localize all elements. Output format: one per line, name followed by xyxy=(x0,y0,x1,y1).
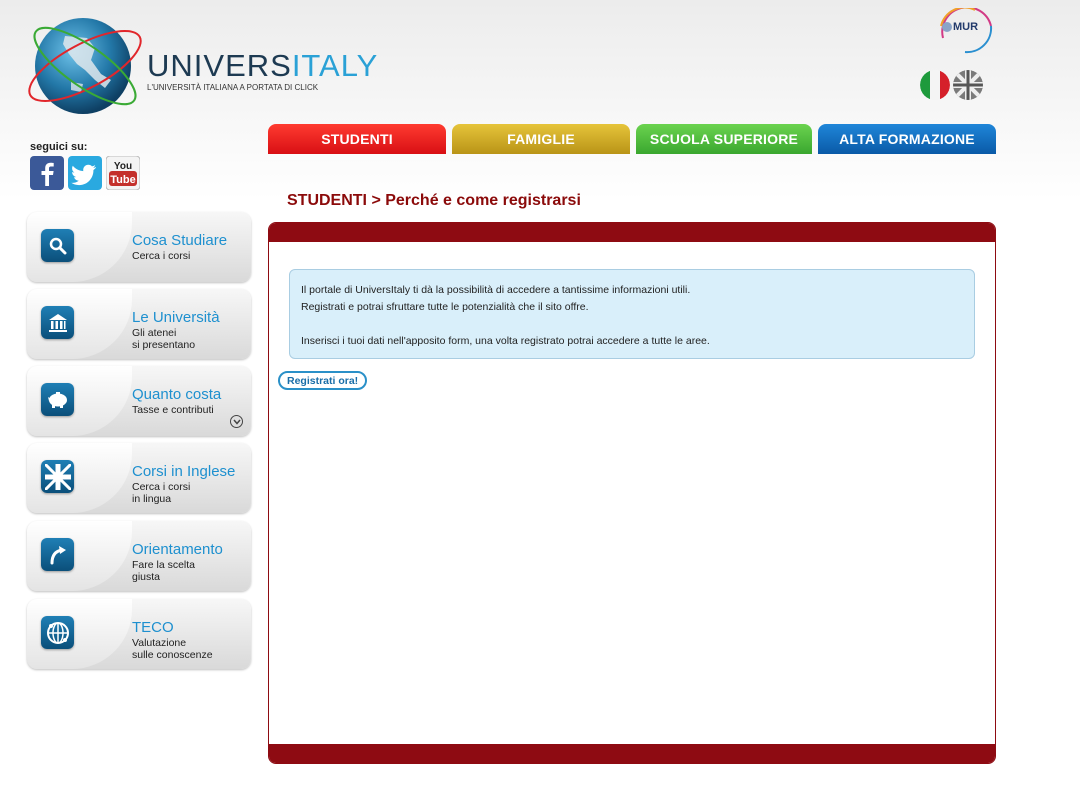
follow-us-label: seguici su: xyxy=(30,141,88,153)
content-panel: Il portale di UniversItaly ti dà la poss… xyxy=(268,222,996,764)
sidebar-item-le-universita[interactable]: Le Università Gli atenei si presentano xyxy=(27,289,251,359)
facebook-glyph-icon xyxy=(41,162,54,186)
italian-flag-icon[interactable] xyxy=(920,70,950,100)
tab-scuola-superiore[interactable]: SCUOLA SUPERIORE xyxy=(636,124,812,154)
sidebar-item-subtitle: Cerca i corsi in lingua xyxy=(132,481,191,505)
university-building-icon xyxy=(41,306,74,339)
sidebar-item-subtitle: Gli atenei si presentano xyxy=(132,327,196,351)
tab-famiglie[interactable]: FAMIGLIE xyxy=(452,124,630,154)
youtube-icon[interactable]: You Tube xyxy=(105,155,141,191)
mur-label: MUR xyxy=(953,21,979,33)
panel-footer-bar xyxy=(269,744,995,763)
search-icon xyxy=(41,229,74,262)
sidebar-item-title: Cosa Studiare xyxy=(132,232,228,249)
universitaly-logo[interactable]: UNIVERSITALY L'UNIVERSITÀ ITALIANA A POR… xyxy=(25,8,377,128)
breadcrumb: STUDENTI > Perché e come registrarsi xyxy=(287,192,581,209)
info-text-line: Il portale di UniversItaly ti dà la poss… xyxy=(301,284,691,296)
sidebar-item-subtitle: Tasse e contributi xyxy=(132,404,214,416)
sidebar-item-subtitle: Fare la scelta giusta xyxy=(132,559,196,583)
sidebar-item-corsi-in-inglese[interactable]: Corsi in Inglese Cerca i corsi in lingua xyxy=(27,443,251,513)
sidebar-item-teco[interactable]: TECO Valutazione sulle conoscenze xyxy=(27,599,251,669)
twitter-icon[interactable] xyxy=(68,156,102,190)
teco-globe-icon xyxy=(41,616,74,649)
globe-logo-icon xyxy=(28,18,142,114)
youtube-tube-text: Tube xyxy=(110,174,135,186)
union-jack-icon xyxy=(41,460,74,493)
uk-flag-icon[interactable] xyxy=(953,70,983,100)
sidebar-item-orientamento[interactable]: Orientamento Fare la scelta giusta xyxy=(27,521,251,591)
arrow-turn-icon xyxy=(41,538,74,571)
sidebar-item-title: Corsi in Inglese xyxy=(132,463,236,480)
mur-logo[interactable]: MUR xyxy=(935,6,997,54)
sidebar-item-title: Orientamento xyxy=(132,541,223,558)
logo-tagline: L'UNIVERSITÀ ITALIANA A PORTATA DI CLICK xyxy=(147,83,319,92)
sidebar-item-subtitle: Cerca i corsi xyxy=(132,250,191,262)
info-text-line: Registrati e potrai sfruttare tutte le p… xyxy=(301,301,589,313)
register-now-button[interactable]: Registrati ora! xyxy=(278,371,368,390)
youtube-logo-icon: You Tube xyxy=(105,155,141,191)
sidebar-item-subtitle: Valutazione sulle conoscenze xyxy=(132,637,213,661)
panel-header-bar xyxy=(269,223,995,242)
sidebar-item-title: Quanto costa xyxy=(132,386,222,403)
tab-alta-formazione[interactable]: ALTA FORMAZIONE xyxy=(818,124,996,154)
logo-wordmark: UNIVERSITALY xyxy=(147,48,379,83)
info-text-line: Inserisci i tuoi dati nell'apposito form… xyxy=(301,335,710,347)
info-box: Il portale di UniversItaly ti dà la poss… xyxy=(289,269,975,359)
sidebar-item-quanto-costa[interactable]: Quanto costa Tasse e contributi xyxy=(27,366,251,436)
youtube-you-text: You xyxy=(114,161,132,172)
sidebar-item-title: Le Università xyxy=(132,309,220,326)
facebook-icon[interactable] xyxy=(30,156,64,190)
sidebar-item-cosa-studiare[interactable]: Cosa Studiare Cerca i corsi xyxy=(27,212,251,282)
piggy-bank-icon xyxy=(41,383,74,416)
tab-studenti[interactable]: STUDENTI xyxy=(268,124,446,154)
sidebar-item-title: TECO xyxy=(132,619,174,636)
twitter-bird-icon xyxy=(71,164,96,186)
expand-chevron-icon[interactable] xyxy=(230,415,243,428)
